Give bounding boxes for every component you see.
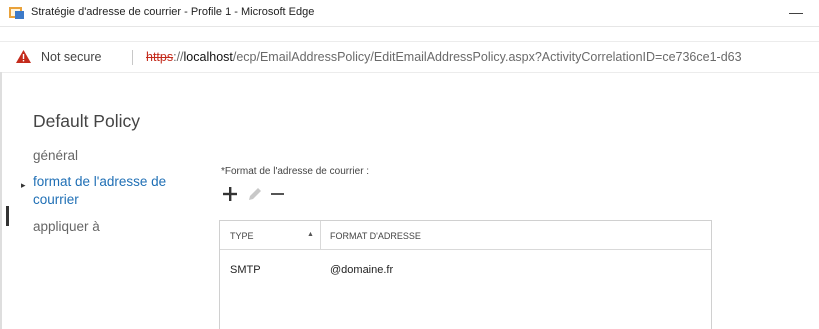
nav-item-label-line1: format de l'adresse de	[33, 174, 167, 189]
minus-icon[interactable]	[269, 185, 287, 203]
minimize-button[interactable]: —	[787, 3, 805, 21]
pencil-icon[interactable]	[246, 185, 264, 203]
active-marker-icon: ▸	[21, 180, 26, 190]
column-divider	[320, 221, 321, 249]
address-bar[interactable]: Not secure https://localhost/ecp/EmailAd…	[0, 41, 819, 73]
column-header-format[interactable]: FORMAT D'ADRESSE	[330, 231, 421, 241]
url-path: /ecp/EmailAddressPolicy/EditEmailAddress…	[232, 50, 742, 64]
column-header-type[interactable]: TYPE	[230, 231, 254, 241]
security-status[interactable]: Not secure	[41, 50, 101, 64]
window-left-edge	[0, 72, 2, 329]
address-format-label: *Format de l'adresse de courrier :	[221, 166, 370, 177]
grid-header: TYPE ▲ FORMAT D'ADRESSE	[220, 221, 711, 250]
cell-address-format: @domaine.fr	[330, 264, 394, 276]
window-title-bar: Stratégie d'adresse de courrier - Profil…	[0, 0, 819, 27]
plus-icon[interactable]	[221, 185, 239, 203]
window-title: Stratégie d'adresse de courrier - Profil…	[31, 6, 315, 18]
page-title: Default Policy	[33, 110, 140, 131]
sort-ascending-icon[interactable]: ▲	[307, 231, 314, 238]
nav-item-address-format[interactable]: ▸ format de l'adresse de courrier	[21, 173, 167, 209]
nav-item-general[interactable]: général	[33, 147, 78, 165]
window-resize-handle	[6, 206, 9, 226]
warning-icon[interactable]	[16, 50, 31, 63]
exchange-app-icon	[9, 7, 24, 19]
address-format-grid: TYPE ▲ FORMAT D'ADRESSE SMTP @domaine.fr	[219, 220, 712, 329]
url-scheme-separator: ://	[173, 50, 184, 64]
nav-item-apply-to[interactable]: appliquer à	[33, 218, 100, 236]
table-row[interactable]: SMTP @domaine.fr	[220, 249, 711, 289]
url-host: localhost	[183, 50, 233, 64]
url-scheme: https	[146, 50, 174, 64]
cell-type: SMTP	[230, 264, 261, 276]
nav-item-label-line2: courrier	[33, 192, 79, 207]
address-separator	[132, 50, 133, 65]
url-field[interactable]: https://localhost/ecp/EmailAddressPolicy…	[146, 50, 742, 64]
